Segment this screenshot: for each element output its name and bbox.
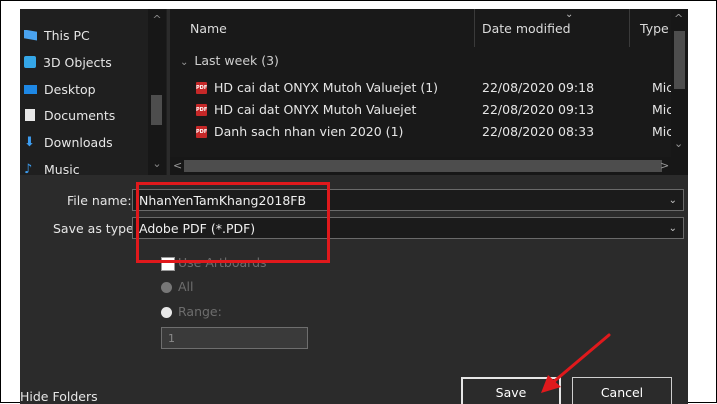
screenshot-frame: This PC 3D Objects Desktop Documents ⬇ D… — [0, 0, 717, 404]
annotation-arrow — [541, 333, 611, 393]
arrow-shaft — [549, 333, 611, 386]
